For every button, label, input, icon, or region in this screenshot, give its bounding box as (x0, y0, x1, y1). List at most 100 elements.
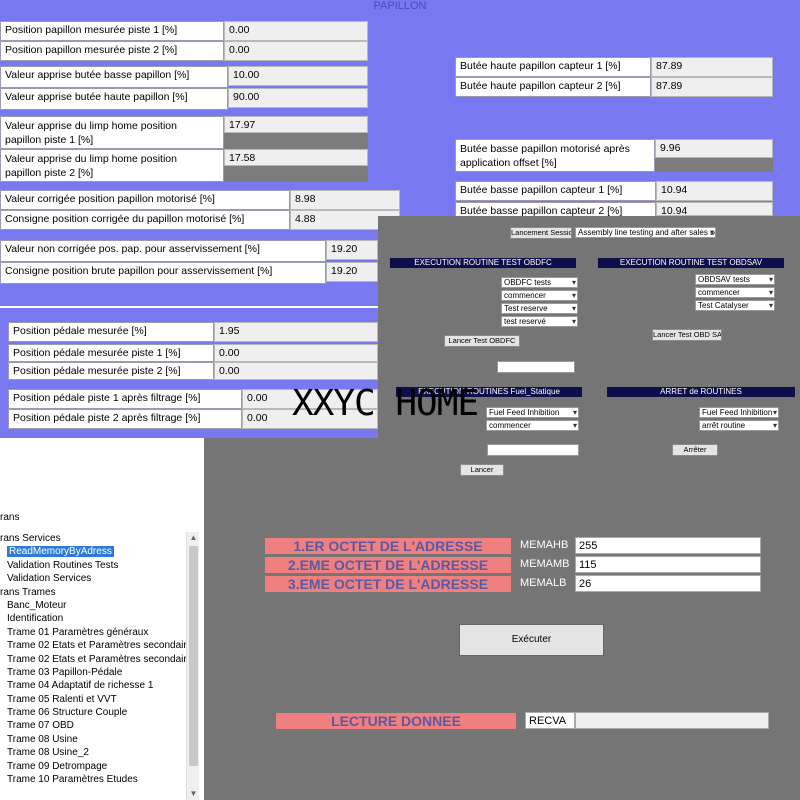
launch-obdfc-button[interactable]: Lancer Test OBDFC (444, 335, 520, 347)
execute-button[interactable]: Exécuter (459, 624, 604, 656)
row-label: Valeur corrigée position papillon motori… (0, 190, 290, 210)
row-value: 10.94 (656, 202, 773, 216)
watermark-text: XXYC HOME (292, 383, 479, 424)
tree-item[interactable]: Trame 08 Usine_2 (0, 746, 186, 759)
tree-item-label: Validation Routines Tests (7, 559, 119, 571)
obdsav-header: EXECUTION ROUTINE TEST OBDSAV (598, 258, 784, 268)
address-byte-input[interactable]: 255 (575, 537, 761, 554)
tree-item-label: Trame 09 Detrompage (7, 760, 108, 772)
row-value: 19.20 (326, 240, 378, 260)
obdfc-select[interactable]: test reservé (501, 316, 578, 327)
tree-item[interactable]: rans Trames (0, 586, 186, 599)
tree-item-label: rans Services (0, 533, 61, 544)
tree-item[interactable]: Validation Services (0, 572, 186, 585)
tree-scrollbar[interactable]: ▲ ▼ (186, 532, 199, 800)
obdsav-select[interactable]: Test Catalyser (695, 300, 775, 311)
row-value: 10.94 (656, 181, 773, 201)
tree-item[interactable]: Trame 09 Detrompage (0, 760, 186, 773)
section-title: PAPILLON (373, 0, 427, 12)
row-label: Butée haute papillon capteur 1 [%] (455, 57, 651, 77)
tree-item[interactable]: Trame 03 Papillon-Pédale (0, 666, 186, 679)
pedal-value: 0.00 (214, 362, 378, 380)
row-label-line: Butée basse papillon motorisé après (460, 143, 630, 155)
fuel-select[interactable]: commencer (486, 420, 579, 431)
address-byte-name: MEMAMB (520, 558, 570, 570)
scroll-thumb[interactable] (189, 546, 198, 766)
tree-item-label: Trame 02 Etats et Paramètres secondaires (7, 640, 186, 652)
tree-item[interactable]: Trame 07 OBD (0, 719, 186, 732)
address-byte-name: MEMALB (520, 577, 567, 589)
stop-select[interactable]: arrêt routine (699, 420, 779, 431)
row-label: Butée haute papillon capteur 2 [%] (455, 77, 651, 97)
row-value: 10.00 (228, 66, 368, 86)
scroll-down-icon[interactable]: ▼ (187, 788, 200, 800)
stop-routine-header: ARRET de ROUTINES (607, 387, 795, 397)
tree-item-label: Trame 10 Paramètres Etudes (7, 774, 138, 786)
pedal-label: Position pédale piste 2 après filtrage [… (8, 409, 242, 429)
stop-select[interactable]: Fuel Feed Inhibition (699, 407, 779, 418)
tree-item[interactable]: Trame 06 Structure Couple (0, 706, 186, 719)
row-label-line: Valeur apprise du limp home position (5, 120, 177, 132)
obdsav-select[interactable]: commencer (695, 287, 775, 298)
row-value: 8.98 (290, 190, 400, 210)
row-label: Valeur non corrigée pos. pap. pour asser… (0, 240, 326, 262)
fuel-select[interactable]: Fuel Feed Inhibition (486, 407, 579, 418)
address-byte-input[interactable]: 26 (575, 575, 761, 592)
read-data-value[interactable] (575, 712, 769, 729)
obdfc-select[interactable]: commencer (501, 290, 578, 301)
tree-item[interactable]: rans Services (0, 532, 186, 545)
row-label: Valeur apprise butée haute papillon [%] (0, 88, 228, 110)
tree-item-label: rans Trames (0, 586, 56, 598)
address-byte-title: 1.ER OCTET DE L'ADRESSE (265, 538, 511, 554)
row-label: Valeur apprise du limp home position pap… (0, 149, 224, 182)
pedal-separator (0, 306, 378, 308)
launch-fuel-button[interactable]: Lancer (460, 464, 504, 476)
address-byte-title: 2.EME OCTET DE L'ADRESSE (265, 557, 511, 573)
row-label-line: papillon piste 2 [%] (5, 167, 94, 179)
tree-item[interactable]: Trame 02 Etats et Paramètres secondaires… (0, 653, 186, 666)
tree-item-label: Trame 08 Usine (7, 733, 78, 745)
tree-item-label: Trame 04 Adaptatif de richesse 1 (7, 680, 154, 692)
tree-item[interactable]: Trame 05 Ralenti et VVT (0, 693, 186, 706)
value-pad (224, 133, 368, 149)
tree-item-label: Banc_Moteur (7, 599, 67, 611)
row-value: 19.20 (326, 262, 378, 282)
address-byte-input[interactable]: 115 (575, 556, 761, 573)
tree-frame-label: rans (0, 512, 20, 523)
tree-item[interactable]: Trame 02 Etats et Paramètres secondaires (0, 639, 186, 652)
row-label: Position papillon mesurée piste 2 [%] (0, 41, 224, 61)
session-select[interactable]: Assembly line testing and after sales se… (575, 227, 716, 238)
row-label: Consigne position corrigée du papillon m… (0, 210, 290, 230)
tree-item-label: Trame 07 OBD (7, 720, 74, 732)
tree-item[interactable]: Identification (0, 612, 186, 625)
launch-obdsav-button[interactable]: Lancer Test OBD SA (652, 329, 722, 341)
tree-item[interactable]: Trame 10 Paramètres Etudes (0, 773, 186, 786)
obdsav-select[interactable]: OBDSAV tests (695, 274, 775, 285)
fuel-result-field (487, 444, 579, 456)
tree-item[interactable]: Trame 01 Paramètres généraux (0, 626, 186, 639)
row-label: Butée basse papillon capteur 1 [%] (455, 181, 656, 201)
obdfc-select[interactable]: Test reserve (501, 303, 578, 314)
main-panel (204, 438, 800, 800)
row-value: 90.00 (228, 88, 368, 108)
scroll-up-icon[interactable]: ▲ (187, 532, 200, 544)
tree-item[interactable]: Trame 04 Adaptatif de richesse 1 (0, 679, 186, 692)
tree-item-label: Identification (7, 613, 64, 625)
tree-list[interactable]: rans Services ReadMemoryByAdress Validatio… (0, 532, 186, 800)
row-value: 87.89 (651, 57, 773, 77)
pedal-label: Position pédale mesurée piste 1 [%] (8, 344, 214, 362)
tree-item[interactable]: Validation Routines Tests (0, 559, 186, 572)
tree-item[interactable]: Trame 08 Usine (0, 733, 186, 746)
obdfc-select[interactable]: OBDFC tests (501, 277, 578, 288)
stop-routine-button[interactable]: Arrêter (672, 444, 718, 456)
row-value: 9.96 (655, 139, 773, 158)
session-button[interactable]: Lancement Session (510, 227, 572, 239)
row-value: 0.00 (224, 21, 368, 41)
pedal-label: Position pédale mesurée [%] (8, 322, 214, 342)
address-byte-title: 3.EME OCTET DE L'ADRESSE (265, 576, 511, 592)
tree-item-label: Trame 06 Structure Couple (7, 707, 128, 719)
tree-item[interactable]: Banc_Moteur (0, 599, 186, 612)
tree-item[interactable]: ReadMemoryByAdress (0, 545, 186, 558)
pedal-label: Position pédale mesurée piste 2 [%] (8, 362, 214, 380)
obdfc-header: EXECUTION ROUTINE TEST OBDFC (390, 258, 576, 268)
